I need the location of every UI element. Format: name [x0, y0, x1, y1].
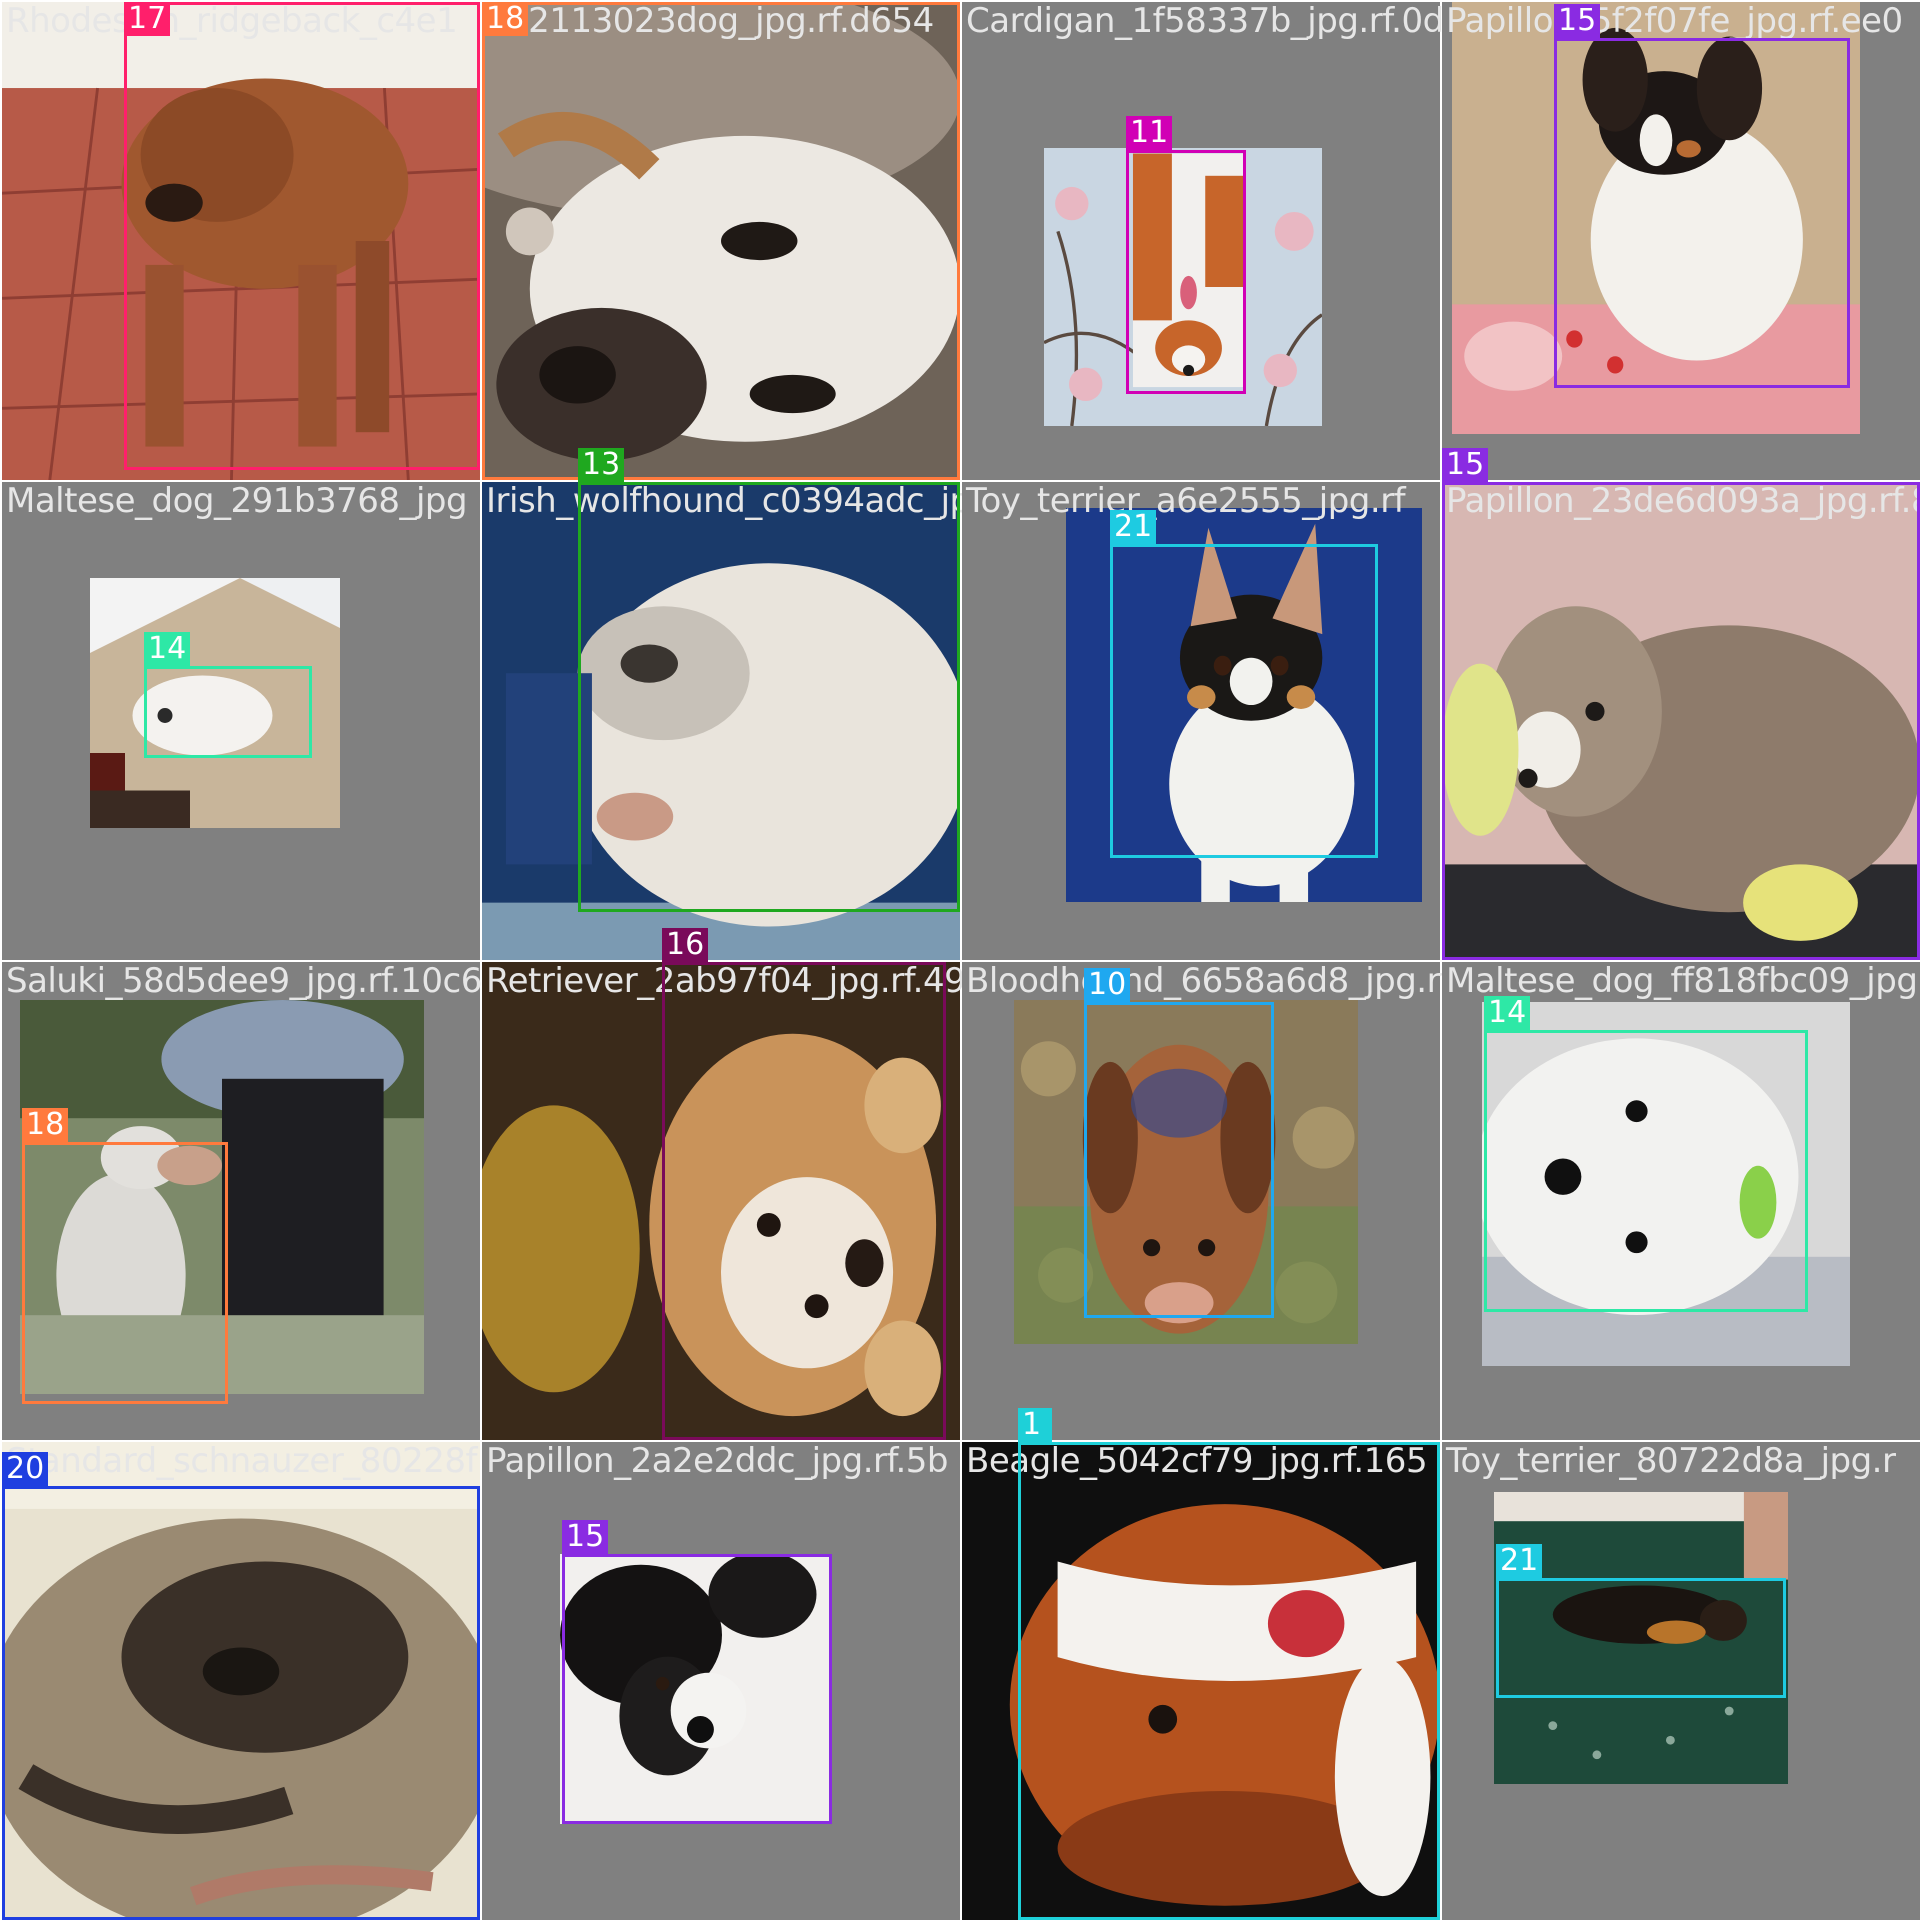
class-label: 1 — [1018, 1408, 1052, 1442]
class-label: 10 — [1084, 968, 1131, 1002]
image-filename-caption: Maltese_dog_291b3768_jpg — [6, 481, 468, 521]
tile-15: Beagle_5042cf79_jpg.rf.165 1 — [962, 1408, 1440, 1920]
class-label: 18 — [482, 2, 529, 36]
tile-8: Papillon_23de6d093a_jpg.rf.87 15 — [1442, 448, 1920, 960]
class-label: 21 — [1110, 510, 1157, 544]
tile-16: Toy_terrier_80722d8a_jpg.r 21 — [1442, 1442, 1920, 1920]
class-label: 17 — [124, 2, 171, 36]
image-filename-caption: Toy_terrier_80722d8a_jpg.r — [1446, 1441, 1896, 1481]
image-filename-caption: Saluki_58d5dee9_jpg.rf.10c6 — [6, 961, 482, 1001]
class-label: 13 — [578, 448, 625, 482]
class-label: 11 — [1126, 116, 1173, 150]
detection-mosaic: Rhodesian_ridgeback_c4e1 17 n02113023dog… — [0, 0, 1920, 1920]
class-label: 21 — [1496, 1544, 1543, 1578]
detection-box — [1018, 1442, 1440, 1920]
detection-box — [1442, 482, 1920, 960]
tile-7: Toy_terrier_a6e2555_jpg.rf 21 — [962, 482, 1440, 960]
detection-box — [124, 2, 480, 470]
detection-box — [578, 482, 960, 912]
image-filename-caption: Papillon_2a2e2ddc_jpg.rf.5b — [486, 1441, 949, 1481]
class-label: 14 — [144, 632, 191, 666]
class-label: 14 — [1484, 996, 1531, 1030]
tile-14: Papillon_2a2e2ddc_jpg.rf.5b 15 — [482, 1442, 960, 1920]
class-label: 15 — [1554, 4, 1601, 38]
detection-box — [662, 962, 946, 1440]
tile-3: Cardigan_1f58337b_jpg.rf.0d93e 11 — [962, 2, 1507, 480]
class-label: 16 — [662, 928, 709, 962]
class-label: 18 — [22, 1108, 69, 1142]
tile-5: Maltese_dog_291b3768_jpg 14 — [2, 482, 480, 960]
image-filename-caption: Maltese_dog_ff818fbc09_jpg. — [1446, 961, 1920, 1001]
detection-box — [482, 2, 960, 480]
tile-1: Rhodesian_ridgeback_c4e1 17 — [2, 2, 480, 480]
tile-13: Standard_schnauzer_80228f 20 — [2, 1442, 480, 1920]
detection-box — [1496, 1578, 1786, 1698]
detection-box — [562, 1554, 832, 1824]
class-label: 15 — [1442, 448, 1489, 482]
tile-4: Papillon_5f2f07fe_jpg.rf.ee0 15 — [1442, 2, 1920, 480]
tile-9: Saluki_58d5dee9_jpg.rf.10c6 18 — [2, 961, 482, 1440]
class-label: 15 — [562, 1520, 609, 1554]
detection-box — [1126, 150, 1246, 394]
image-filename-caption: Cardigan_1f58337b_jpg.rf.0d93e — [966, 1, 1507, 41]
tile-2: n02113023dog_jpg.rf.d654 18 — [482, 2, 960, 480]
tile-12: Maltese_dog_ff818fbc09_jpg. 14 — [1442, 962, 1920, 1440]
tile-11: Bloodhound_6658a6d8_jpg.rf 10 — [962, 962, 1452, 1440]
detection-box — [22, 1142, 228, 1404]
detection-box — [1554, 38, 1850, 388]
detection-box — [1084, 1002, 1274, 1318]
detection-box — [1110, 544, 1378, 858]
image-filename-caption: Bloodhound_6658a6d8_jpg.rf — [966, 961, 1452, 1001]
image-filename-caption: Toy_terrier_a6e2555_jpg.rf — [966, 481, 1406, 521]
detection-box — [144, 666, 312, 758]
image-filename-caption: Papillon_5f2f07fe_jpg.rf.ee0 — [1446, 1, 1903, 41]
image-filename-caption: Standard_schnauzer_80228f — [6, 1441, 477, 1481]
tile-10: Retriever_2ab97f04_jpg.rf.49 16 — [482, 928, 966, 1440]
tile-6: Irish_wolfhound_c0394adc_jpg.rf 13 — [482, 448, 1027, 960]
detection-box — [1484, 1030, 1808, 1312]
detection-box — [2, 1486, 480, 1920]
class-label: 20 — [2, 1452, 49, 1486]
